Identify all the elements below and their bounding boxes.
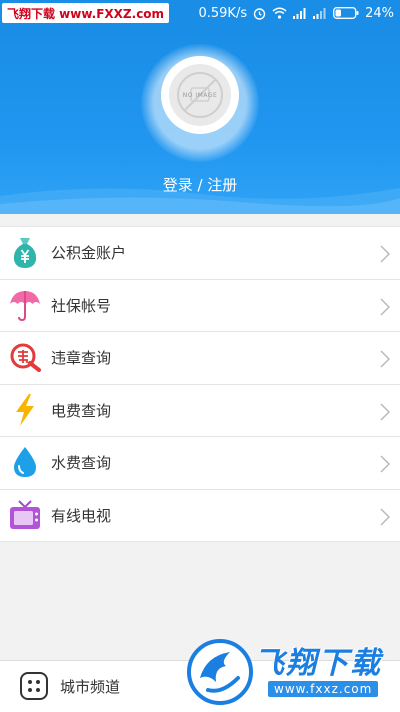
network-speed: 0.59K/s (198, 5, 248, 21)
avatar-placeholder-text: NO IMAGE (182, 91, 218, 99)
city-channel-tab[interactable]: 城市频道 (60, 676, 120, 697)
menu-item-social-security[interactable]: 社保帐号 (0, 280, 400, 332)
menu-item-violation-query[interactable]: 违章查询 (0, 332, 400, 385)
tv-icon (8, 498, 42, 532)
menu-item-electricity-query[interactable]: 电费查询 (0, 385, 400, 437)
chevron-right-icon (380, 298, 390, 315)
chevron-right-icon (380, 508, 390, 525)
menu-label-cable-tv: 有线电视 (51, 506, 112, 525)
violation-icon (8, 340, 42, 374)
watermark-url: www.fxxz.com (268, 681, 379, 697)
wifi-icon (272, 7, 287, 19)
money-bag-icon (8, 235, 42, 269)
chevron-right-icon (380, 403, 390, 420)
bottom-watermark: 飞翔下载 www.fxxz.com (186, 636, 390, 712)
chevron-right-icon (380, 350, 390, 368)
menu-label-electricity-query: 电费查询 (51, 401, 112, 420)
water-drop-icon (8, 445, 42, 479)
city-channel-icon[interactable] (20, 672, 48, 700)
signal-icon-2 (313, 8, 326, 19)
menu-label-social-security: 社保帐号 (51, 296, 112, 315)
chevron-right-icon (380, 455, 390, 473)
status-icons: 0.59K/s 24% (198, 0, 394, 26)
avatar[interactable]: NO IMAGE (161, 56, 239, 134)
umbrella-icon (8, 288, 42, 322)
service-menu: 公积金账户 社保帐号 违章查询 电费查询 水费查询 有线电视 (0, 226, 400, 542)
menu-item-housing-fund[interactable]: 公积金账户 (0, 227, 400, 280)
battery-percent: 24% (365, 5, 394, 21)
top-watermark-text: 飞翔下载 www.FXXZ.com (7, 6, 165, 21)
signal-icon (293, 8, 306, 19)
alarm-icon (253, 7, 266, 20)
lightning-icon (8, 393, 42, 427)
watermark-logo-icon (187, 639, 253, 705)
profile-header: NO IMAGE 登录 / 注册 (0, 26, 400, 214)
menu-item-cable-tv[interactable]: 有线电视 (0, 490, 400, 542)
no-image-placeholder: NO IMAGE (169, 64, 231, 126)
menu-label-water-query: 水费查询 (51, 454, 112, 473)
login-register-link[interactable]: 登录 / 注册 (0, 174, 400, 195)
status-bar: 飞翔下载 www.FXXZ.com 0.59K/s 24% (0, 0, 400, 26)
menu-item-water-query[interactable]: 水费查询 (0, 437, 400, 490)
menu-label-violation-query: 违章查询 (51, 349, 112, 368)
menu-label-housing-fund: 公积金账户 (51, 244, 127, 263)
chevron-right-icon (380, 245, 390, 263)
battery-icon (333, 7, 359, 19)
top-watermark: 飞翔下载 www.FXXZ.com (2, 3, 170, 23)
watermark-brand: 飞翔下载 (254, 646, 382, 681)
